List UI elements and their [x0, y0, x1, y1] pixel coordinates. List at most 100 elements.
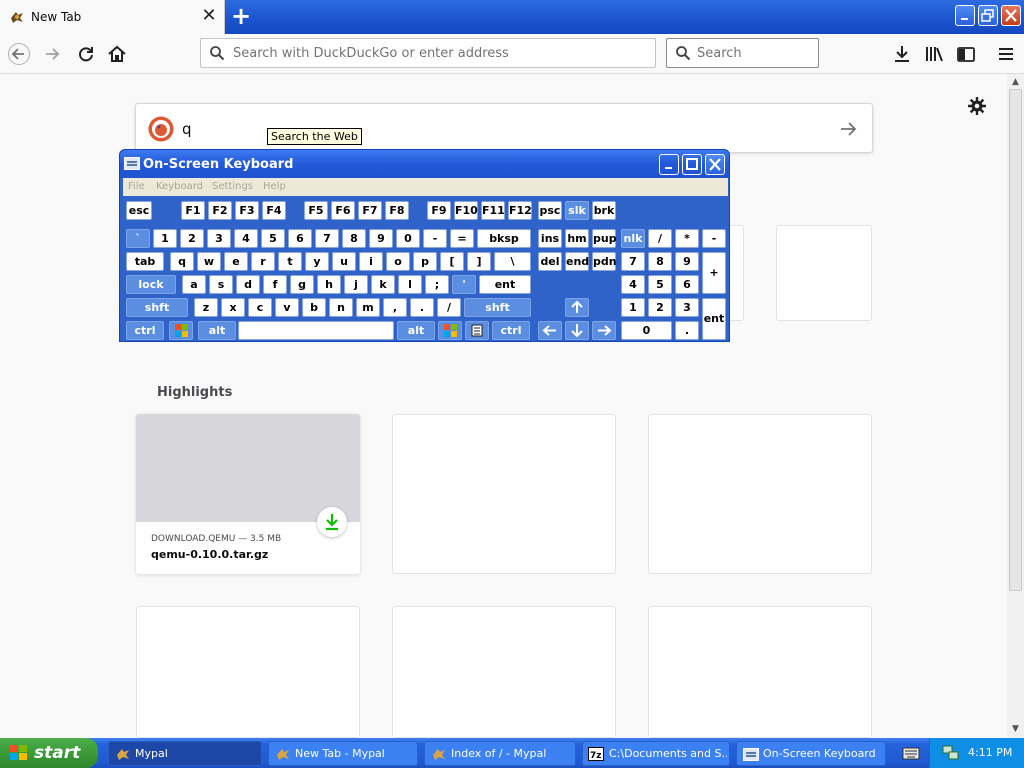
key-y[interactable]: y [305, 252, 329, 271]
menu-hamburger-icon[interactable] [995, 43, 1017, 65]
key-end[interactable]: end [565, 252, 589, 271]
key-9[interactable]: 9 [369, 229, 393, 248]
osk-titlebar[interactable]: On-Screen Keyboard [120, 150, 729, 178]
key-equals[interactable]: = [450, 229, 474, 248]
key-backspace[interactable]: bksp [477, 229, 531, 248]
key-d[interactable]: d [236, 275, 260, 294]
key-slk[interactable]: slk [565, 201, 589, 220]
key-slash[interactable]: / [437, 298, 461, 317]
key-0[interactable]: 0 [396, 229, 420, 248]
duckduckgo-search-box[interactable]: q [135, 103, 873, 153]
key-f4[interactable]: F4 [262, 201, 286, 220]
new-tab-button[interactable]: + [229, 4, 253, 28]
key-minus[interactable]: - [423, 229, 447, 248]
key-backslash[interactable]: \ [494, 252, 531, 271]
key-left-shift[interactable]: shft [126, 298, 188, 317]
key-arrow-right[interactable] [592, 321, 616, 340]
key-b[interactable]: b [302, 298, 326, 317]
key-context-menu[interactable] [465, 321, 489, 340]
key-o[interactable]: o [386, 252, 410, 271]
key-rbracket[interactable]: ] [467, 252, 491, 271]
key-5[interactable]: 5 [261, 229, 285, 248]
search-bar[interactable]: Search [666, 38, 819, 68]
osk-close-button[interactable] [705, 154, 725, 175]
key-num-2[interactable]: 2 [648, 298, 672, 317]
key-p[interactable]: p [413, 252, 437, 271]
key-6[interactable]: 6 [288, 229, 312, 248]
osk-menu-help[interactable]: Help [263, 181, 286, 192]
taskbar-item-new-tab[interactable]: New Tab - Mypal [268, 741, 418, 766]
key-right-windows[interactable] [438, 321, 462, 340]
key-del[interactable]: del [538, 252, 562, 271]
key-arrow-left[interactable] [538, 321, 562, 340]
key-c[interactable]: c [248, 298, 272, 317]
key-f3[interactable]: F3 [235, 201, 259, 220]
key-num-decimal[interactable]: . [675, 321, 699, 340]
key-f10[interactable]: F10 [454, 201, 478, 220]
network-icon[interactable] [942, 745, 960, 761]
downloads-icon[interactable] [891, 43, 913, 65]
key-right-alt[interactable]: alt [397, 321, 435, 340]
taskbar-item-mypal[interactable]: Mypal [108, 741, 262, 766]
window-close-button[interactable] [1001, 5, 1021, 26]
key-g[interactable]: g [290, 275, 314, 294]
key-left-alt[interactable]: alt [198, 321, 236, 340]
highlight-card[interactable]: DOWNLOAD.QEMU — 3.5 MB qemu-0.10.0.tar.g… [136, 414, 360, 574]
key-num-multiply[interactable]: * [675, 229, 699, 248]
key-x[interactable]: x [221, 298, 245, 317]
key-capslock[interactable]: lock [126, 275, 176, 294]
key-4[interactable]: 4 [234, 229, 258, 248]
sidebar-icon[interactable] [955, 43, 977, 65]
key-psc[interactable]: psc [538, 201, 562, 220]
taskbar-item-osk[interactable]: On-Screen Keyboard [736, 741, 886, 766]
key-arrow-up[interactable] [565, 298, 589, 317]
key-pgup[interactable]: pup [592, 229, 617, 248]
key-f[interactable]: f [263, 275, 287, 294]
key-h[interactable]: h [317, 275, 341, 294]
key-numlock[interactable]: nlk [621, 229, 645, 248]
key-f8[interactable]: F8 [385, 201, 409, 220]
key-num-enter[interactable]: ent [702, 298, 726, 340]
key-semicolon[interactable]: ; [425, 275, 449, 294]
key-brk[interactable]: brk [592, 201, 616, 220]
start-button[interactable]: start [0, 738, 98, 768]
key-a[interactable]: a [182, 275, 206, 294]
key-t[interactable]: t [278, 252, 302, 271]
key-f6[interactable]: F6 [331, 201, 355, 220]
osk-minimize-button[interactable] [659, 154, 679, 175]
taskbar-item-7zip[interactable]: 7z C:\Documents and S... [582, 741, 730, 766]
key-7[interactable]: 7 [315, 229, 339, 248]
key-8[interactable]: 8 [342, 229, 366, 248]
key-pgdn[interactable]: pdn [592, 252, 617, 271]
key-period[interactable]: . [410, 298, 434, 317]
osk-maximize-button[interactable] [682, 154, 702, 175]
tab-new-tab[interactable]: New Tab ✕ [0, 0, 225, 34]
window-restore-button[interactable] [978, 5, 998, 26]
taskbar-item-index[interactable]: Index of / - Mypal [424, 741, 576, 766]
key-right-shift[interactable]: shft [464, 298, 531, 317]
key-u[interactable]: u [332, 252, 356, 271]
key-num-4[interactable]: 4 [621, 275, 645, 294]
key-k[interactable]: k [371, 275, 395, 294]
key-quote[interactable]: ' [452, 275, 476, 294]
key-num-9[interactable]: 9 [675, 252, 699, 271]
key-w[interactable]: w [197, 252, 221, 271]
library-icon[interactable] [923, 43, 945, 65]
key-f2[interactable]: F2 [208, 201, 232, 220]
key-num-5[interactable]: 5 [648, 275, 672, 294]
key-num-1[interactable]: 1 [621, 298, 645, 317]
key-num-7[interactable]: 7 [621, 252, 645, 271]
key-1[interactable]: 1 [153, 229, 177, 248]
key-esc[interactable]: esc [126, 201, 152, 220]
key-num-divide[interactable]: / [648, 229, 672, 248]
forward-icon[interactable] [42, 43, 64, 65]
key-l[interactable]: l [398, 275, 422, 294]
key-num-plus[interactable]: + [702, 252, 726, 294]
tab-close-icon[interactable]: ✕ [199, 6, 219, 26]
top-site-tile[interactable] [776, 225, 872, 321]
key-r[interactable]: r [251, 252, 275, 271]
osk-menu-settings[interactable]: Settings [212, 181, 253, 192]
osk-menu-file[interactable]: File [128, 181, 145, 192]
key-backtick[interactable]: ` [126, 229, 150, 248]
key-tab[interactable]: tab [126, 252, 164, 271]
